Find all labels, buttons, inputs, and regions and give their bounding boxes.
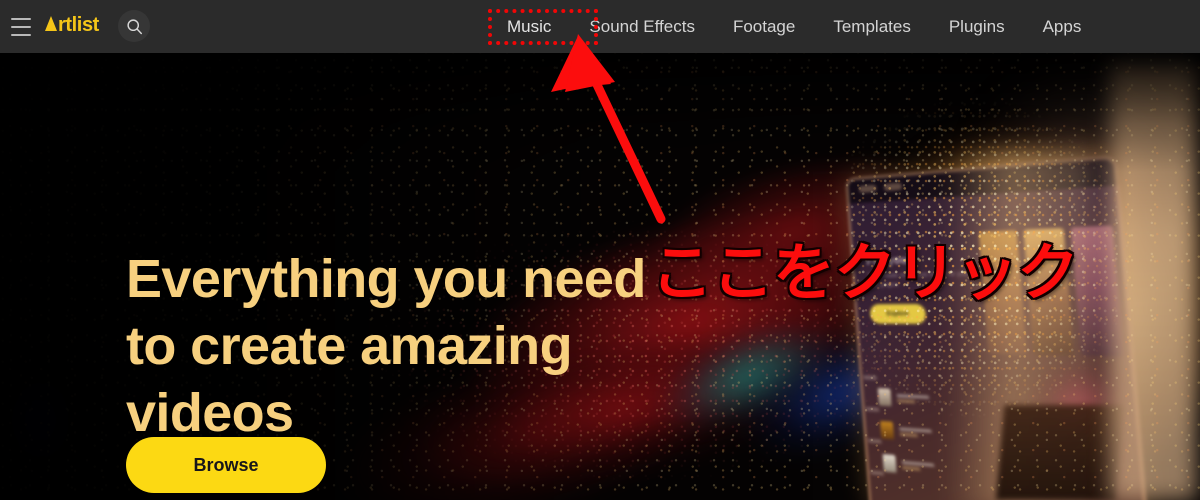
hamburger-bar — [11, 34, 31, 36]
artlist-logo[interactable]: rtlist — [45, 14, 99, 37]
search-icon — [126, 18, 142, 34]
search-button[interactable] — [118, 10, 150, 42]
nav-item-footage[interactable]: Footage — [714, 0, 814, 53]
nav-item-plugins[interactable]: Plugins — [930, 0, 1024, 53]
nav-item-apps[interactable]: Apps — [1024, 0, 1101, 53]
nav-item-music[interactable]: Music — [488, 0, 570, 53]
hamburger-bar — [11, 18, 31, 20]
hamburger-menu-icon[interactable] — [11, 16, 31, 38]
main-nav: Music Sound Effects Footage Templates Pl… — [488, 0, 1100, 53]
logo-text: rtlist — [58, 14, 99, 36]
page-title: Everything you need to create amazing vi… — [126, 249, 646, 444]
annotation-callout-text: ここをクリック — [651, 239, 1079, 308]
hamburger-bar — [11, 26, 31, 28]
top-navigation-bar: rtlist Music Sound Effects Footage Templ… — [0, 0, 1200, 53]
artlist-homepage-screenshot: For you Tailor-made music and sound for … — [0, 0, 1200, 500]
top-fade-overlay — [0, 52, 1200, 172]
browse-button[interactable]: Browse — [126, 437, 326, 493]
nav-item-templates[interactable]: Templates — [814, 0, 929, 53]
nav-item-sound-effects[interactable]: Sound Effects — [570, 0, 714, 53]
logo-triangle-a-icon — [45, 16, 57, 31]
